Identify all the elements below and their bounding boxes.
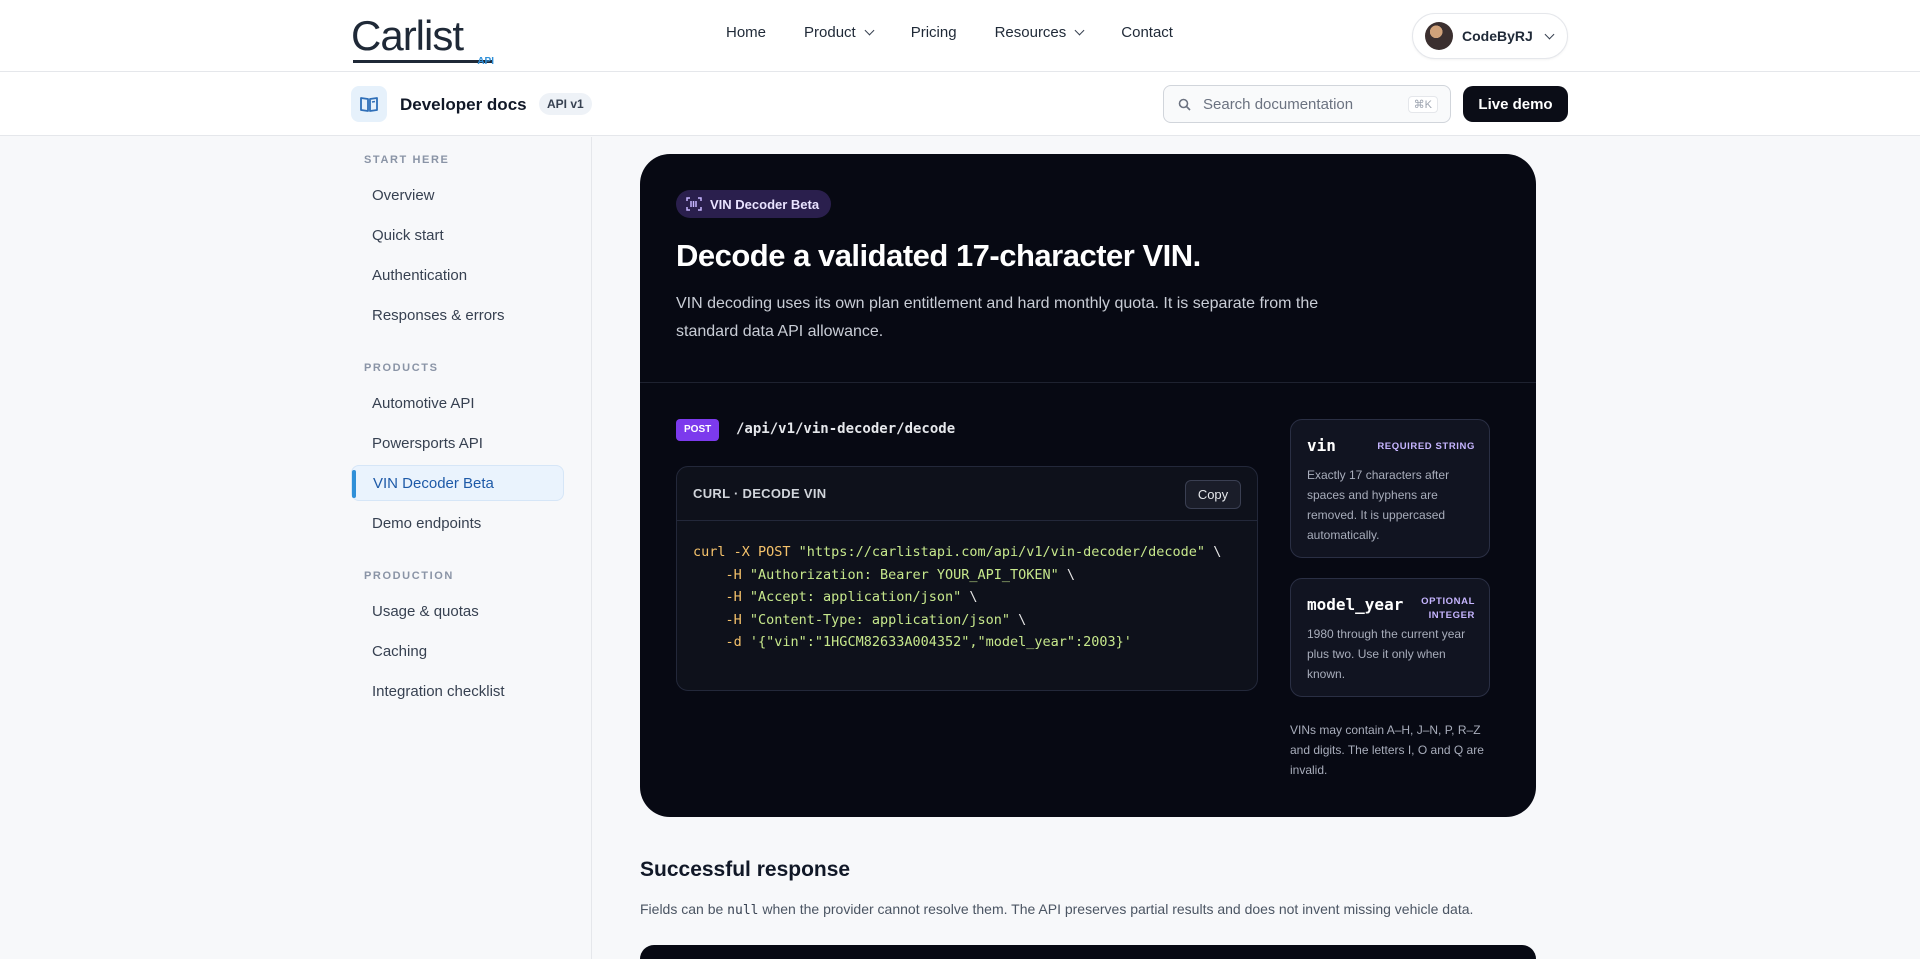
nav-contact[interactable]: Contact (1121, 24, 1173, 41)
nav-home-label: Home (726, 24, 767, 41)
code-string: "https://carlistapi.com/api/v1/vin-decod… (798, 544, 1206, 560)
param-description: Exactly 17 characters after spaces and h… (1307, 468, 1450, 542)
nav-contact-label: Contact (1121, 24, 1173, 41)
nav-home[interactable]: Home (726, 24, 766, 41)
search-input[interactable] (1203, 95, 1403, 113)
response-text-end: when the provider cannot resolve them. T… (758, 901, 1474, 917)
divider (640, 382, 1536, 383)
carlist-logo[interactable]: Carlist API (351, 12, 496, 67)
page-title: Decode a validated 17-character VIN. (676, 238, 1201, 273)
page-lead: VIN decoding uses its own plan entitleme… (676, 295, 1319, 340)
sidebar-item-quick-start[interactable]: Quick start (351, 218, 564, 254)
code-continuation: \ (1058, 566, 1076, 583)
sidebar-item-overview[interactable]: Overview (351, 178, 564, 214)
code-block[interactable]: curl -X POST "https://carlistapi.com/api… (693, 541, 1221, 654)
nav-pricing-label: Pricing (910, 24, 957, 41)
chevron-down-icon (864, 25, 875, 36)
code-command: -H (693, 589, 750, 605)
code-sample-header: CURL · DECODE VIN Copy (677, 467, 1257, 521)
code-sample-panel: CURL · DECODE VIN Copy curl -X POST "htt… (676, 466, 1258, 691)
code-command: -d (693, 634, 750, 650)
code-continuation: \ (1205, 544, 1222, 560)
logo-wordmark: Carlist (351, 12, 464, 59)
avatar (1425, 22, 1453, 50)
nav-product[interactable]: Product (804, 24, 875, 41)
vin-decoder-hero-card: VIN Decoder Beta Decode a validated 17-c… (640, 154, 1536, 817)
code-line: -H "Accept: application/json" \ (693, 586, 1221, 609)
code-command: curl -X POST (693, 544, 799, 560)
response-description: Fields can be null when the provider can… (640, 901, 1473, 918)
sidebar-item-usage-quotas[interactable]: Usage & quotas (351, 594, 564, 630)
user-menu-button[interactable]: CodeByRJ (1412, 13, 1568, 59)
code-line: -d '{"vin":"1HGCM82633A004352","model_ye… (693, 631, 1221, 654)
vin-charset-note: VINs may contain A–H, J–N, P, R–Z and di… (1290, 723, 1484, 777)
code-command: -H (693, 611, 750, 628)
section-title-successful-response: Successful response (640, 858, 851, 881)
sidebar-item-caching[interactable]: Caching (351, 634, 564, 670)
response-text-start: Fields can be (640, 901, 728, 917)
nav-resources-label: Resources (994, 24, 1067, 41)
section-label-start-here: START HERE (364, 154, 450, 166)
copy-button[interactable]: Copy (1185, 480, 1241, 509)
sidebar-item-responses-errors[interactable]: Responses & errors (351, 298, 564, 334)
code-string: '{"vin":"1HGCM82633A004352","model_year"… (749, 634, 1132, 650)
http-method-badge: POST (676, 419, 720, 441)
chevron-down-icon (1074, 25, 1085, 36)
section-label-products: PRODUCTS (364, 362, 439, 374)
live-demo-button[interactable]: Live demo (1463, 86, 1568, 122)
book-icon (351, 86, 387, 122)
inline-code-null: null (727, 903, 759, 918)
code-continuation: \ (1010, 611, 1027, 628)
user-name: CodeByRJ (1462, 28, 1533, 44)
top-navbar: Carlist API Home Product Pricing Resourc… (0, 0, 1920, 72)
param-card-model-year: model_year OPTIONAL INTEGER 1980 through… (1290, 578, 1490, 697)
sidebar-item-demo-endpoints[interactable]: Demo endpoints (351, 506, 564, 542)
product-badge-label: VIN Decoder Beta (710, 196, 820, 212)
nav-resources[interactable]: Resources (994, 24, 1085, 41)
response-code-panel (640, 945, 1536, 959)
code-continuation: \ (961, 589, 978, 605)
logo-underline (353, 60, 493, 63)
docs-search[interactable]: ⌘K (1163, 85, 1451, 123)
param-type: OPTIONAL INTEGER (1421, 596, 1475, 621)
main-nav: Home Product Pricing Resources Contact (726, 24, 1211, 41)
product-badge: VIN Decoder Beta (676, 190, 832, 218)
docs-sidebar: START HERE Overview Quick start Authenti… (0, 137, 592, 959)
endpoint-path: /api/v1/vin-decoder/decode (736, 421, 956, 437)
code-line: -H "Authorization: Bearer YOUR_API_TOKEN… (693, 564, 1221, 587)
section-label-production: PRODUCTION (364, 570, 454, 582)
docs-header: Developer docs API v1 ⌘K Live demo (0, 72, 1920, 136)
param-card-vin: vin REQUIRED STRING Exactly 17 character… (1290, 419, 1490, 558)
sidebar-item-authentication[interactable]: Authentication (351, 258, 564, 294)
barcode-scan-icon (686, 197, 702, 211)
api-version-badge: API v1 (539, 93, 592, 115)
sidebar-item-vin-decoder-beta[interactable]: VIN Decoder Beta (351, 465, 564, 501)
code-string: "Accept: application/json" (749, 589, 962, 605)
code-command: -H (693, 566, 750, 583)
logo-api-label: API (477, 56, 494, 67)
nav-pricing[interactable]: Pricing (911, 24, 957, 41)
chevron-down-icon (1544, 29, 1555, 39)
code-sample-title: CURL · DECODE VIN (693, 486, 827, 501)
code-string: "Content-Type: application/json" (749, 611, 1010, 628)
code-line: -H "Content-Type: application/json" \ (693, 609, 1221, 632)
sidebar-item-powersports-api[interactable]: Powersports API (351, 426, 564, 462)
param-type: REQUIRED STRING (1377, 441, 1475, 452)
docs-title: Developer docs (400, 95, 527, 114)
search-shortcut: ⌘K (1407, 96, 1438, 113)
search-icon (1178, 98, 1191, 111)
nav-product-label: Product (804, 24, 856, 41)
code-string: "Authorization: Bearer YOUR_API_TOKEN" (749, 566, 1059, 583)
sidebar-item-integration-checklist[interactable]: Integration checklist (351, 674, 564, 710)
sidebar-item-automotive-api[interactable]: Automotive API (351, 386, 564, 422)
param-description: 1980 through the current year plus two. … (1307, 627, 1466, 681)
code-line: curl -X POST "https://carlistapi.com/api… (693, 541, 1221, 564)
